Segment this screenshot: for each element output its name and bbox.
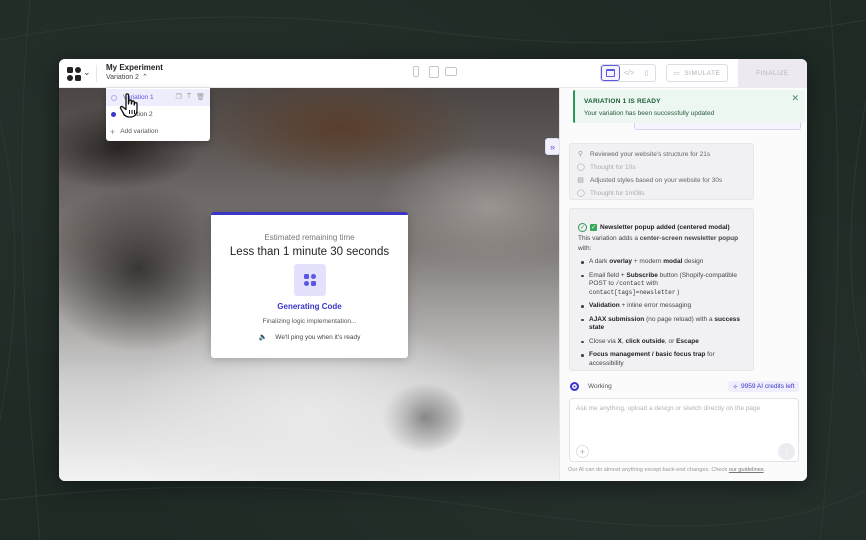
message-heading: ✓ ✓ Newsletter popup added (centered mod… xyxy=(578,223,730,232)
duplicate-icon[interactable]: ❐ xyxy=(176,93,182,101)
mobile-mode-button[interactable]: ▯ xyxy=(638,65,655,81)
generation-status: Generating Code xyxy=(277,302,342,311)
thought-item: ⚲ Reviewed your website's structure for … xyxy=(577,150,711,159)
ai-credits-label: 9959 AI credits left xyxy=(740,383,795,390)
variation-selector-label: Variation 2 xyxy=(106,74,139,81)
palette-icon: ▤ xyxy=(577,177,584,184)
add-variation-label: Add variation xyxy=(120,128,159,135)
tablet-view-icon[interactable] xyxy=(429,66,439,78)
check-circle-icon: ✓ xyxy=(578,223,587,232)
code-icon: </> xyxy=(623,69,635,77)
guidelines-link[interactable]: our guidelines xyxy=(729,467,764,473)
attach-plus-icon[interactable]: + xyxy=(576,445,589,458)
success-toast: VARIATION 1 IS READY Your variation has … xyxy=(573,90,805,123)
simulate-label: SIMULATE xyxy=(684,69,721,77)
status-circle-icon xyxy=(111,94,117,101)
checkmark-emoji-icon: ✓ xyxy=(590,224,597,231)
divider xyxy=(96,65,97,82)
visual-mode-button[interactable] xyxy=(601,65,621,81)
code-mode-button[interactable]: </> xyxy=(620,65,637,81)
send-button[interactable]: ↑ xyxy=(778,443,795,460)
arrow-up-icon: ↑ xyxy=(784,447,789,456)
estimated-time-label: Estimated remaining time xyxy=(264,233,355,242)
variation-selector[interactable]: Variation 2 ⌃ xyxy=(106,73,148,81)
lightbulb-icon: ◯ xyxy=(577,164,585,171)
finalize-button[interactable]: FINALIZE xyxy=(738,59,807,88)
window-icon xyxy=(606,69,616,77)
plus-icon: + xyxy=(110,126,116,137)
experiment-title: My Experiment xyxy=(106,63,163,72)
agent-message: ✓ ✓ Newsletter popup added (centered mod… xyxy=(569,208,754,371)
page-preview-canvas: Estimated remaining time Less than 1 min… xyxy=(59,88,559,481)
spinner-icon xyxy=(570,382,579,391)
active-dot-icon xyxy=(111,112,116,117)
thought-text: Thought for 1m08s xyxy=(590,189,645,197)
chat-input[interactable] xyxy=(576,405,786,435)
brand-logo-icon xyxy=(293,264,326,296)
toast-message: Your variation has been successfully upd… xyxy=(584,110,715,117)
double-chevron-right-icon: » xyxy=(549,141,555,152)
brand-logo-icon[interactable] xyxy=(67,67,81,81)
estimated-time-value: Less than 1 minute 30 seconds xyxy=(229,246,390,258)
message-intro: This variation adds a center-screen news… xyxy=(578,235,739,252)
speaker-icon: 🔈 xyxy=(258,334,268,341)
list-item: Focus management / basic focus trap for … xyxy=(578,351,750,368)
working-status: Working xyxy=(570,382,612,391)
delete-icon[interactable]: 🗑 xyxy=(196,93,205,101)
thought-text: Reviewed your website's structure for 21… xyxy=(590,150,711,158)
view-mode-toggle: </> ▯ xyxy=(600,64,656,82)
sparkle-icon: ✧ xyxy=(732,383,738,391)
thought-item: ▤ Adjusted styles based on your website … xyxy=(577,176,723,185)
desktop-view-icon[interactable] xyxy=(445,67,457,76)
message-heading-text: Newsletter popup added (centered modal) xyxy=(600,224,730,231)
hand-pointer-cursor-icon xyxy=(119,93,138,118)
chevron-up-icon: ⌃ xyxy=(141,74,148,81)
play-icon: ▭ xyxy=(673,70,681,77)
lightbulb-icon: ◯ xyxy=(577,190,585,197)
list-item: Close via X, click outside, or Escape xyxy=(578,338,750,347)
thought-item: ◯ Thought for 1m08s xyxy=(577,189,645,198)
finalize-label: FINALIZE xyxy=(756,70,789,77)
thought-item: ◯ Thought for 10s xyxy=(577,163,636,172)
generation-detail: Finalizing logic implementation... xyxy=(262,318,357,325)
app-window: ⌄ My Experiment Variation 2 ⌃ </> ▯ ▭ SIM… xyxy=(59,59,807,481)
ai-assistant-panel: VARIATION 1 IS READY Your variation has … xyxy=(559,88,807,481)
ai-disclaimer: Our AI can do almost anything except bac… xyxy=(568,467,766,473)
ai-credits-badge[interactable]: ✧ 9959 AI credits left xyxy=(728,381,799,392)
search-icon: ⚲ xyxy=(577,151,584,158)
chevron-down-icon[interactable]: ⌄ xyxy=(83,67,91,78)
add-variation-button[interactable]: + Add variation xyxy=(106,123,210,140)
list-item: Email field + Subscribe button (Shopify-… xyxy=(578,272,750,298)
notify-notice-text: We'll ping you when it's ready xyxy=(275,333,361,341)
agent-thoughts-log: ⚲ Reviewed your website's structure for … xyxy=(569,143,754,200)
toast-title: VARIATION 1 IS READY xyxy=(584,98,661,105)
list-item: AJAX submission (no page reload) with a … xyxy=(578,316,750,333)
thought-text: Thought for 10s xyxy=(590,163,636,171)
feature-list: A dark overlay + modern modal design Ema… xyxy=(578,258,750,370)
working-label: Working xyxy=(588,383,612,390)
list-item: A dark overlay + modern modal design xyxy=(578,258,750,267)
rename-icon[interactable]: T xyxy=(187,93,191,101)
phone-icon: ▯ xyxy=(644,70,649,77)
previous-message-peek xyxy=(634,123,801,130)
collapse-panel-button[interactable]: » xyxy=(545,138,559,155)
notify-notice: 🔈 We'll ping you when it's ready xyxy=(211,333,408,342)
top-bar: ⌄ My Experiment Variation 2 ⌃ </> ▯ ▭ SIM… xyxy=(59,59,807,88)
simulate-button[interactable]: ▭ SIMULATE xyxy=(666,64,728,82)
close-icon[interactable]: ✕ xyxy=(791,93,799,104)
thought-text: Adjusted styles based on your website fo… xyxy=(590,176,723,184)
list-item: Validation + inline error messaging xyxy=(578,302,750,311)
generation-progress-card: Estimated remaining time Less than 1 min… xyxy=(211,212,408,358)
mobile-view-icon[interactable] xyxy=(413,66,419,77)
chat-input-box: + ↑ xyxy=(569,398,799,462)
